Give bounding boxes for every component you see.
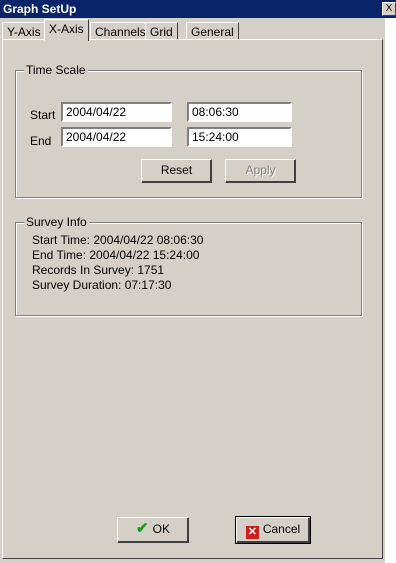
survey-info-title: Survey Info [24,215,89,229]
apply-label: Apply [245,163,276,177]
time-scale-title: Time Scale [24,63,88,77]
close-button[interactable]: X [382,2,396,16]
end-time-field[interactable]: 15:24:00 [187,127,292,147]
survey-records: Records In Survey: 1751 [32,263,165,277]
x-axis-panel: Time Scale Start 2004/04/22 08:06:30 End… [2,39,383,559]
survey-duration: Survey Duration: 07:17:30 [32,278,172,292]
cancel-button[interactable]: ✕ Cancel [235,516,311,544]
ok-label: OK [152,522,170,536]
check-icon: ✔ [136,520,149,537]
tab-x-axis[interactable]: X-Axis [44,19,89,41]
cancel-label: Cancel [262,522,301,536]
survey-info-group: Survey Info Start Time: 2004/04/22 08:06… [15,215,362,316]
tab-strip: Y-Axis X-Axis Channels Grid General [2,19,382,41]
x-icon: ✕ [245,526,259,539]
tab-channels[interactable]: Channels [90,22,151,40]
time-scale-group: Time Scale Start 2004/04/22 08:06:30 End… [15,63,362,198]
title-bar[interactable]: Graph SetUp X [0,0,396,18]
ok-button[interactable]: ✔ OK [117,517,189,543]
close-icon: X [385,3,393,14]
start-label: Start [30,108,56,122]
tab-grid[interactable]: Grid [145,22,178,40]
start-date-field[interactable]: 2004/04/22 [61,102,172,122]
tab-y-axis[interactable]: Y-Axis [2,22,46,40]
dialog-window: Graph SetUp X Y-Axis X-Axis Channels Gri… [0,0,396,563]
end-label: End [30,134,52,148]
tab-general[interactable]: General [186,22,239,40]
reset-label: Reset [160,163,193,177]
survey-end-time: End Time: 2004/04/22 15:24:00 [32,248,200,262]
window-title: Graph SetUp [3,2,77,16]
apply-button[interactable]: Apply [225,159,296,183]
reset-button[interactable]: Reset [141,159,212,183]
end-date-field[interactable]: 2004/04/22 [61,127,172,147]
start-time-field[interactable]: 08:06:30 [187,102,292,122]
survey-start-time: Start Time: 2004/04/22 08:06:30 [32,233,204,247]
